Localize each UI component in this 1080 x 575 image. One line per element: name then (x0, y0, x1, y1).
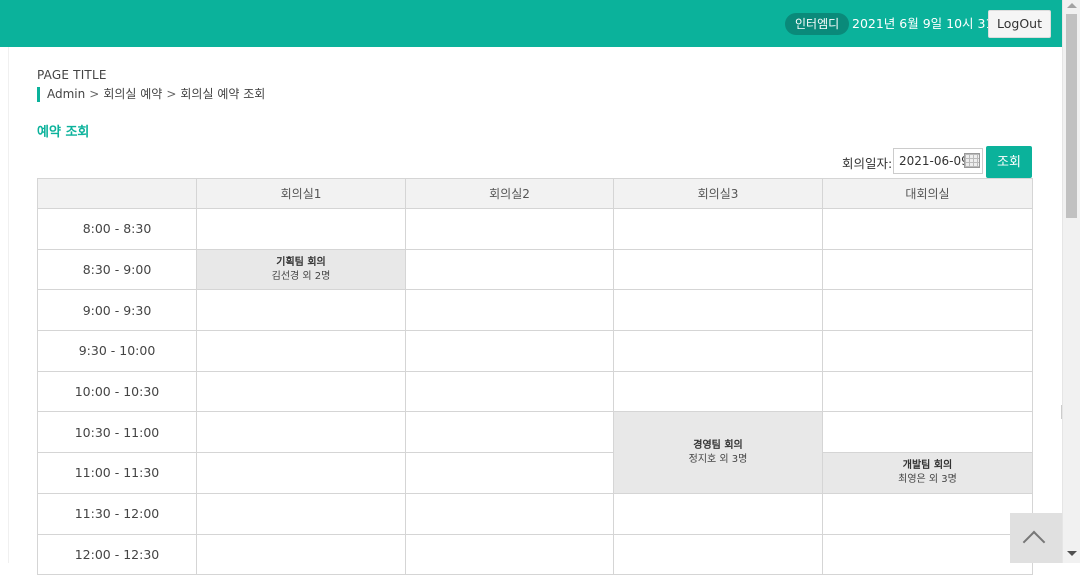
table-row: 8:00 - 8:30 (37, 208, 1033, 250)
breadcrumb-marker (37, 87, 40, 102)
slot-cell[interactable] (196, 533, 406, 575)
slot-cell[interactable] (822, 248, 1033, 291)
booking-attendees: 최영은 외 3명 (898, 473, 957, 485)
booking-management-meeting[interactable]: 경영팀 회의 정지호 외 3명 (613, 411, 823, 494)
meeting-date-label: 회의일자: (842, 156, 893, 171)
slot-cell[interactable] (405, 330, 614, 372)
slot-cell[interactable] (196, 492, 406, 535)
slot-cell[interactable] (613, 248, 823, 291)
vertical-scrollbar[interactable] (1062, 0, 1080, 563)
time-slot: 10:30 - 11:00 (37, 411, 197, 454)
booking-planning-meeting[interactable]: 기획팀 회의 김선경 외 2명 (196, 248, 406, 291)
top-header: 인터엠디 2021년 6월 9일 10시 31분 LogOut (0, 0, 1062, 47)
slot-cell[interactable] (405, 208, 614, 250)
slot-cell[interactable] (196, 330, 406, 372)
scroll-to-top-button[interactable] (1010, 513, 1062, 563)
slot-cell[interactable] (613, 492, 823, 535)
calendar-icon[interactable] (964, 153, 980, 168)
slot-cell[interactable] (405, 411, 614, 454)
logout-button[interactable]: LogOut (988, 10, 1051, 38)
time-slot: 11:00 - 11:30 (37, 452, 197, 494)
slot-cell[interactable] (822, 330, 1033, 372)
time-slot: 11:30 - 12:00 (37, 492, 197, 535)
slot-cell[interactable] (822, 533, 1033, 575)
column-header-room1: 회의실1 (196, 178, 406, 209)
table-row: 9:30 - 10:00 (37, 330, 1033, 372)
time-slot: 9:30 - 10:00 (37, 330, 197, 372)
slot-cell[interactable] (405, 533, 614, 575)
current-datetime: 2021년 6월 9일 10시 31분 (852, 16, 1005, 31)
slot-cell[interactable] (613, 330, 823, 372)
slot-cell[interactable] (405, 492, 614, 535)
slot-cell[interactable] (822, 492, 1033, 535)
booking-title: 기획팀 회의 (276, 256, 326, 268)
table-row: 11:00 - 11:30 개발팀 회의 최영은 외 3명 (37, 452, 1033, 494)
slot-cell[interactable] (822, 411, 1033, 454)
slot-cell[interactable] (196, 411, 406, 454)
column-header-time (37, 178, 197, 209)
breadcrumb-item-reservation-lookup: 회의실 예약 조회 (180, 87, 266, 101)
column-header-room3: 회의실3 (613, 178, 823, 209)
user-badge[interactable]: 인터엠디 (785, 13, 850, 35)
slot-cell[interactable] (613, 289, 823, 332)
slot-cell[interactable] (196, 452, 406, 494)
slot-cell[interactable] (196, 370, 406, 413)
booking-title: 경영팀 회의 (693, 439, 743, 451)
scroll-down-arrow-icon[interactable] (1067, 551, 1077, 556)
slot-cell[interactable] (405, 248, 614, 291)
table-header-row: 회의실1 회의실2 회의실3 대회의실 (37, 178, 1033, 209)
slot-cell[interactable] (405, 289, 614, 332)
time-slot: 12:00 - 12:30 (37, 533, 197, 575)
time-slot: 10:00 - 10:30 (37, 370, 197, 413)
breadcrumb-item-reservation[interactable]: 회의실 예약 (103, 87, 162, 101)
chevron-up-icon (1022, 530, 1046, 554)
slot-cell[interactable] (822, 208, 1033, 250)
slot-cell[interactable] (196, 208, 406, 250)
time-slot: 8:00 - 8:30 (37, 208, 197, 250)
table-row: 9:00 - 9:30 (37, 289, 1033, 332)
slot-cell[interactable] (405, 370, 614, 413)
table-row: 11:30 - 12:00 (37, 492, 1033, 535)
booking-title: 개발팀 회의 (902, 459, 953, 471)
booking-development-meeting[interactable]: 개발팀 회의 최영은 외 3명 (822, 452, 1033, 494)
scrollbar-thumb[interactable] (1066, 14, 1077, 218)
table-row: 10:30 - 11:00 경영팀 회의 정지호 외 3명 (37, 411, 1033, 494)
slot-cell[interactable] (822, 370, 1033, 413)
time-slot: 8:30 - 9:00 (37, 248, 197, 291)
breadcrumb-separator: > (166, 87, 177, 101)
table-row: 10:00 - 10:30 (37, 370, 1033, 413)
table-row: 8:30 - 9:00 기획팀 회의 김선경 외 2명 (37, 248, 1033, 291)
scroll-up-arrow-icon[interactable] (1067, 3, 1077, 8)
section-title: 예약 조회 (37, 125, 90, 140)
breadcrumb: Admin > 회의실 예약 > 회의실 예약 조회 (37, 87, 265, 102)
booking-attendees: 정지호 외 3명 (688, 453, 748, 465)
breadcrumb-item-admin[interactable]: Admin (47, 87, 85, 101)
table-row: 12:00 - 12:30 (37, 533, 1033, 575)
page-title: PAGE TITLE (37, 68, 107, 82)
slot-cell[interactable] (405, 452, 614, 494)
slot-cell[interactable] (196, 289, 406, 332)
breadcrumb-separator: > (89, 87, 100, 101)
slot-cell[interactable] (613, 208, 823, 250)
slot-cell[interactable] (613, 370, 823, 413)
booking-attendees: 김선경 외 2명 (271, 270, 331, 282)
reservation-table: 회의실1 회의실2 회의실3 대회의실 8:00 - 8:30 8:30 - 9… (37, 178, 1033, 575)
slot-cell[interactable] (822, 289, 1033, 332)
column-header-main-hall: 대회의실 (822, 178, 1033, 209)
column-header-room2: 회의실2 (405, 178, 614, 209)
time-slot: 9:00 - 9:30 (37, 289, 197, 332)
slot-cell[interactable] (613, 533, 823, 575)
search-button[interactable]: 조회 (986, 146, 1032, 178)
